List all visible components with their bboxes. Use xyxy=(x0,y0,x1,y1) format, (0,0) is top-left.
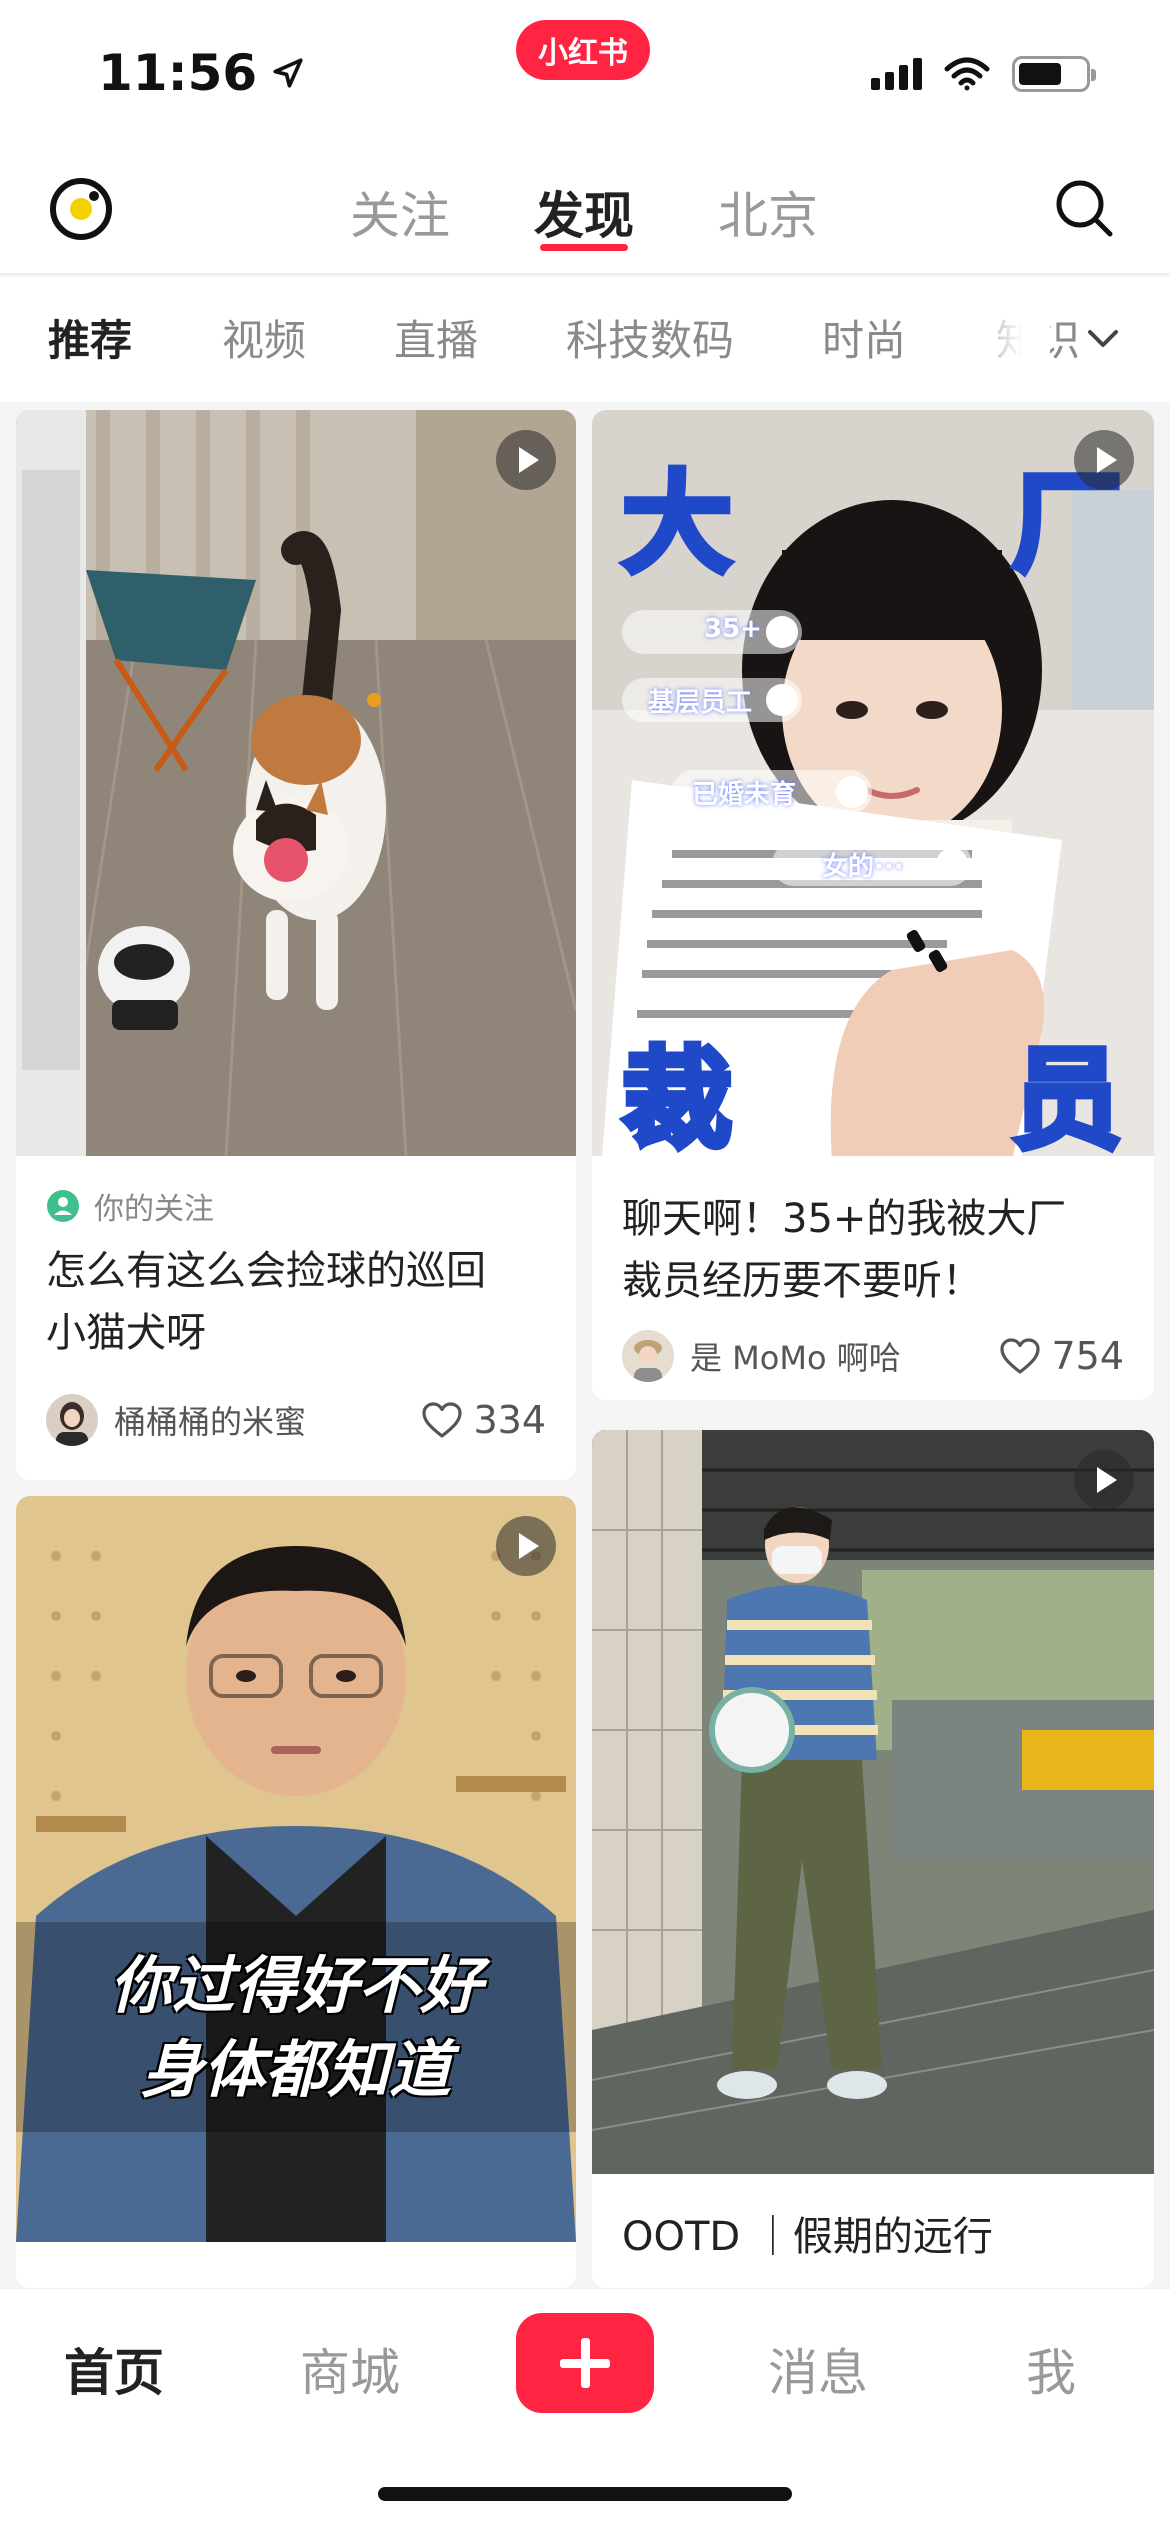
feed-card[interactable]: OOTD ｜假期的远行 xyxy=(592,1430,1154,2288)
chevron-down-icon[interactable] xyxy=(1080,315,1126,361)
heart-icon xyxy=(422,1402,463,1438)
home-indicator xyxy=(378,2487,792,2501)
card-meta: 桶桶桶的米蜜 334 xyxy=(46,1390,546,1450)
category-video[interactable]: 视频 xyxy=(222,307,306,368)
publish-plus-button[interactable] xyxy=(516,2313,654,2413)
battery-icon xyxy=(1012,56,1096,92)
live-camera-icon[interactable] xyxy=(48,176,114,242)
ootd-photo xyxy=(592,1430,1154,2174)
card-title: 怎么有这么会捡球的巡回 小猫犬呀 xyxy=(46,1248,486,1356)
video-play-icon xyxy=(1074,1450,1134,1510)
category-bar: 推荐 视频 直播 科技数码 时尚 知识 xyxy=(0,277,1170,402)
avatar[interactable] xyxy=(622,1330,674,1382)
category-tech[interactable]: 科技数码 xyxy=(566,307,734,368)
app-logo: 小红书 xyxy=(516,20,650,80)
toggle-label: 已婚未育 xyxy=(692,780,797,810)
tab-me[interactable]: 我 xyxy=(1026,2333,1076,2405)
status-bar: 11:56 小红书 xyxy=(0,0,1170,140)
bottom-tab-bar: 首页 商城 消息 我 xyxy=(0,2288,1170,2532)
card-meta: 是 MoMo 啊哈 754 xyxy=(622,1326,1124,1386)
like-button[interactable]: 334 xyxy=(421,1398,546,1442)
overlay-char: 大 xyxy=(619,457,735,591)
man-photo xyxy=(16,1496,576,2242)
feed-card[interactable]: 你的关注 怎么有这么会捡球的巡回 小猫犬呀 桶桶桶的米蜜 334 xyxy=(16,410,576,1480)
cat-photo xyxy=(16,410,576,1156)
tab-mall[interactable]: 商城 xyxy=(300,2333,400,2405)
category-fade xyxy=(960,277,1050,402)
cover-caption: 你过得好不好 身体都知道 xyxy=(109,1949,482,2106)
active-tab-indicator xyxy=(540,244,628,251)
author-name[interactable]: 是 MoMo 啊哈 xyxy=(690,1333,999,1379)
top-navigation: 关注 发现 北京 xyxy=(0,140,1170,275)
toggle-label: 基层员工 xyxy=(648,688,753,718)
author-name[interactable]: 桶桶桶的米蜜 xyxy=(114,1397,421,1443)
toggle-label: 女的··· xyxy=(822,852,904,882)
tab-following[interactable]: 关注 xyxy=(350,176,450,248)
cover-image[interactable]: 你过得好不好 身体都知道 xyxy=(16,1496,576,2242)
overlay-char: 员 xyxy=(1009,1033,1125,1156)
cover-image[interactable]: 35+ 基层员工 已婚未育 女的··· 大 厂 裁 员 xyxy=(592,410,1154,1156)
like-count: 334 xyxy=(473,1398,546,1442)
cellular-signal-icon xyxy=(871,58,922,90)
toggle-label: 35+ xyxy=(704,614,762,644)
category-recommend[interactable]: 推荐 xyxy=(48,307,132,368)
video-play-icon xyxy=(1074,430,1134,490)
category-live[interactable]: 直播 xyxy=(394,307,478,368)
location-arrow-icon xyxy=(273,58,303,88)
cover-image[interactable] xyxy=(16,410,576,1156)
wifi-icon xyxy=(944,57,990,91)
video-play-icon xyxy=(496,430,556,490)
search-icon[interactable] xyxy=(1052,176,1116,240)
user-badge-icon xyxy=(47,1190,79,1222)
status-time: 11:56 xyxy=(98,44,305,102)
tab-discover[interactable]: 发现 xyxy=(534,176,634,248)
tab-beijing[interactable]: 北京 xyxy=(718,176,818,248)
feed-card[interactable]: 你过得好不好 身体都知道 xyxy=(16,1496,576,2288)
cover-image[interactable] xyxy=(592,1430,1154,2174)
tab-home[interactable]: 首页 xyxy=(64,2333,164,2405)
like-count: 754 xyxy=(1051,1334,1124,1378)
feed-card[interactable]: 35+ 基层员工 已婚未育 女的··· 大 厂 裁 员 聊天啊！35+的我被大厂… xyxy=(592,410,1154,1400)
system-icons xyxy=(871,56,1096,92)
avatar[interactable] xyxy=(46,1394,98,1446)
tab-messages[interactable]: 消息 xyxy=(768,2333,868,2405)
overlay-char: 裁 xyxy=(619,1033,735,1156)
video-play-icon xyxy=(496,1516,556,1576)
like-button[interactable]: 754 xyxy=(999,1334,1124,1378)
category-fashion[interactable]: 时尚 xyxy=(822,307,906,368)
heart-icon xyxy=(1000,1338,1041,1374)
following-tag: 你的关注 xyxy=(46,1184,214,1228)
card-title: OOTD ｜假期的远行 xyxy=(622,2214,993,2260)
card-title: 聊天啊！35+的我被大厂 裁员经历要不要听！ xyxy=(622,1196,1067,1304)
